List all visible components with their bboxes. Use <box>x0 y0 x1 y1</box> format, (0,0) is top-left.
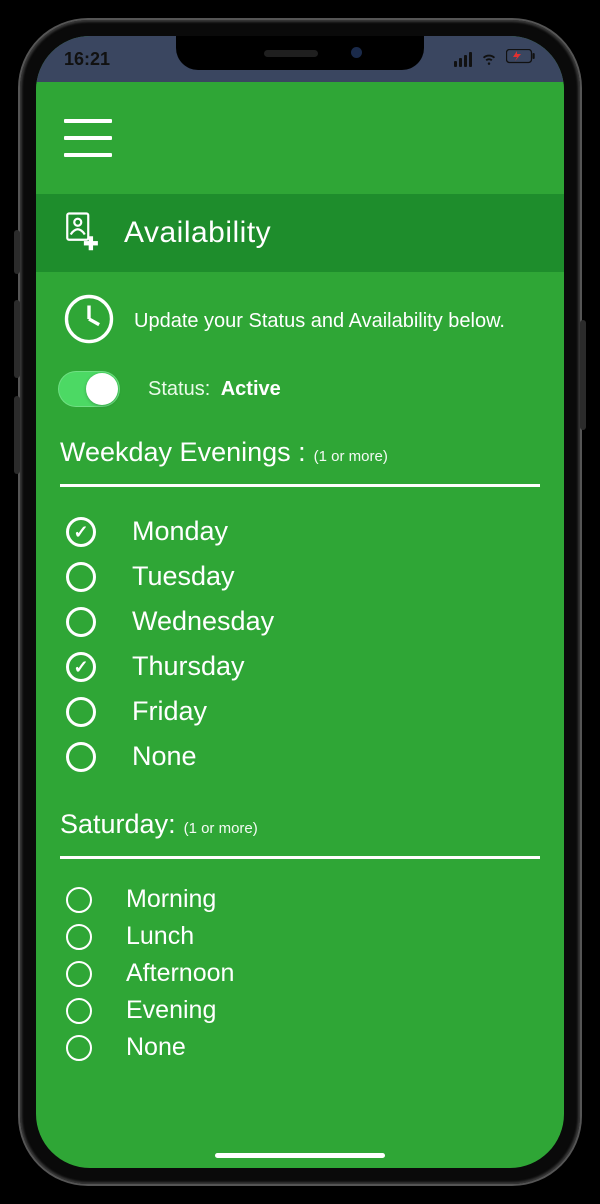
weekday-option-monday[interactable]: Monday <box>58 509 542 554</box>
status-row: Status: Active <box>58 365 542 423</box>
weekday-options: Monday Tuesday Wednesday Thursday Friday None <box>58 509 542 779</box>
divider <box>60 484 540 487</box>
battery-low-icon <box>506 49 536 70</box>
weekday-section-title: Weekday Evenings : <box>60 437 306 468</box>
saturday-section-title: Saturday: <box>60 809 176 840</box>
power-button <box>580 320 586 430</box>
signal-icon <box>454 52 472 67</box>
volume-up-button <box>14 300 20 378</box>
option-label: Friday <box>132 696 207 727</box>
clock-icon <box>62 292 116 351</box>
page-title: Availability <box>124 216 271 250</box>
option-label: Wednesday <box>132 606 274 637</box>
saturday-options: Morning Lunch Afternoon Evening None <box>58 881 542 1066</box>
option-label: Morning <box>126 885 216 914</box>
radio-icon[interactable] <box>66 961 92 987</box>
app-header <box>36 82 564 194</box>
weekday-option-thursday[interactable]: Thursday <box>58 644 542 689</box>
hint-text: Update your Status and Availability belo… <box>134 308 505 335</box>
radio-icon[interactable] <box>66 607 96 637</box>
wifi-icon <box>479 47 499 72</box>
weekday-option-wednesday[interactable]: Wednesday <box>58 599 542 644</box>
divider <box>60 856 540 859</box>
status-label: Status: <box>148 378 210 400</box>
radio-icon[interactable] <box>66 1035 92 1061</box>
option-label: Lunch <box>126 922 194 951</box>
radio-icon[interactable] <box>66 517 96 547</box>
option-label: None <box>132 741 197 772</box>
saturday-option-none[interactable]: None <box>58 1029 542 1066</box>
option-label: None <box>126 1033 186 1062</box>
option-label: Thursday <box>132 651 245 682</box>
saturday-option-afternoon[interactable]: Afternoon <box>58 955 542 992</box>
radio-icon[interactable] <box>66 562 96 592</box>
menu-icon[interactable] <box>64 119 112 157</box>
option-label: Monday <box>132 516 228 547</box>
status-value: Active <box>221 378 281 400</box>
side-button <box>14 230 20 274</box>
home-indicator[interactable] <box>215 1153 385 1158</box>
title-bar: Availability <box>36 194 564 272</box>
option-label: Afternoon <box>126 959 234 988</box>
notch <box>176 36 424 70</box>
weekday-option-none[interactable]: None <box>58 734 542 779</box>
radio-icon[interactable] <box>66 742 96 772</box>
radio-icon[interactable] <box>66 924 92 950</box>
weekday-section-header: Weekday Evenings : (1 or more) <box>58 423 542 474</box>
screen: 16:21 <box>36 36 564 1168</box>
saturday-option-evening[interactable]: Evening <box>58 992 542 1029</box>
availability-icon <box>62 210 104 257</box>
saturday-section-header: Saturday: (1 or more) <box>58 779 542 846</box>
weekday-option-friday[interactable]: Friday <box>58 689 542 734</box>
weekday-option-tuesday[interactable]: Tuesday <box>58 554 542 599</box>
clock-time: 16:21 <box>64 49 110 70</box>
hint-row: Update your Status and Availability belo… <box>58 286 542 365</box>
option-label: Tuesday <box>132 561 235 592</box>
phone-frame: 16:21 <box>20 20 580 1184</box>
saturday-option-lunch[interactable]: Lunch <box>58 918 542 955</box>
status-toggle[interactable] <box>58 371 120 407</box>
radio-icon[interactable] <box>66 887 92 913</box>
saturday-section-note: (1 or more) <box>184 820 258 837</box>
option-label: Evening <box>126 996 216 1025</box>
weekday-section-note: (1 or more) <box>314 448 388 465</box>
radio-icon[interactable] <box>66 697 96 727</box>
radio-icon[interactable] <box>66 998 92 1024</box>
saturday-option-morning[interactable]: Morning <box>58 881 542 918</box>
radio-icon[interactable] <box>66 652 96 682</box>
volume-down-button <box>14 396 20 474</box>
